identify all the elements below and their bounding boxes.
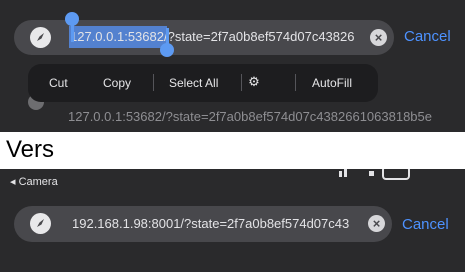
cancel-button[interactable]: Cancel [404,28,451,45]
selection-end-handle[interactable] [160,43,174,57]
menu-cut[interactable]: Cut [49,76,68,90]
cancel-button[interactable]: Cancel [402,216,449,233]
url-selected-text: 127.0.0.1:53682 [70,29,164,44]
edit-context-menu: Cut Copy Select All ⚙ AutoFill [28,64,378,102]
menu-separator [295,74,296,91]
caption-text: Vers [6,136,55,163]
url-field[interactable]: 192.168.1.98:8001/?state=2f7a0b8ef574d07… [72,216,372,231]
clear-x-icon[interactable]: × [370,29,387,46]
menu-copy[interactable]: Copy [103,76,131,90]
menu-separator [153,74,154,91]
safari-compass-icon [30,213,51,234]
bottom-screenshot-panel: ◂ Camera 192.168.1.98:8001/?state=2f7a0b… [0,169,465,272]
menu-separator [241,74,242,91]
safari-compass-icon [30,27,51,48]
suggestion-url[interactable]: 127.0.0.1:53682/?state=2f7a0b8ef574d07c4… [68,109,465,124]
top-screenshot-panel: 127.0.0.1:53682/?state=2f7a0b8ef574d07c4… [0,0,465,132]
back-to-camera-link[interactable]: ◂ Camera [10,175,58,188]
status-bar-icons [335,169,415,181]
menu-select-all[interactable]: Select All [169,76,218,90]
selection-start-stem [71,22,74,42]
url-rest-text: /?state=2f7a0b8ef574d07c43826 [163,29,355,44]
autofill-key-icon[interactable]: ⚙ [246,74,262,90]
clear-x-icon[interactable]: × [368,215,385,232]
address-bar[interactable]: 192.168.1.98:8001/?state=2f7a0b8ef574d07… [14,206,392,242]
url-field[interactable]: 127.0.0.1:53682/?state=2f7a0b8ef574d07c4… [70,29,370,44]
menu-autofill[interactable]: AutoFill [312,76,352,90]
